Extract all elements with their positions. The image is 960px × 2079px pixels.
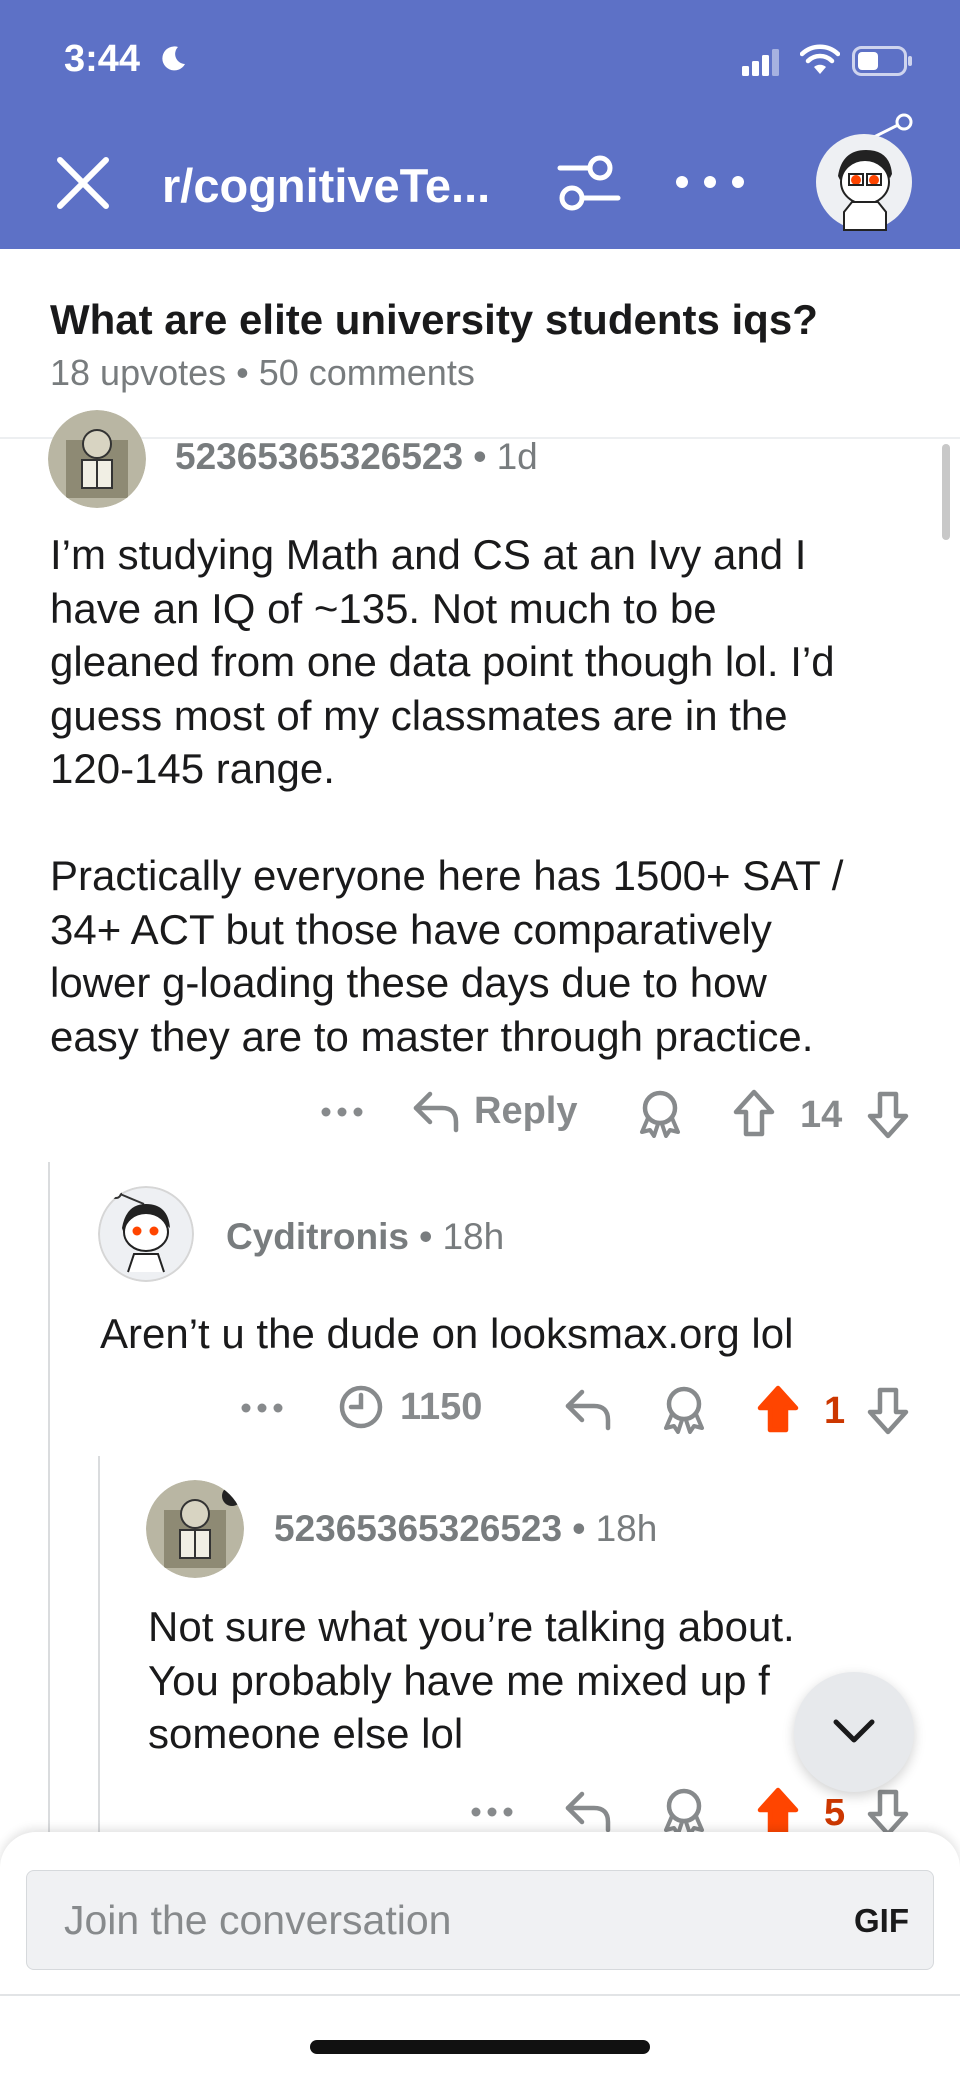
gif-button[interactable]: GIF [854, 1902, 909, 1940]
comment-line-blank [50, 796, 843, 850]
downvote-icon[interactable] [866, 1788, 910, 1838]
comment-username[interactable]: Cyditronis • 18h [226, 1216, 504, 1258]
comment-line: gleaned from one data point though lol. … [50, 638, 835, 685]
reply-button[interactable]: Reply [412, 1088, 577, 1134]
vote-count: 5 [824, 1792, 846, 1834]
more-icon[interactable] [320, 1102, 364, 1122]
home-indicator[interactable] [310, 2040, 650, 2054]
comment-line: Not sure what you’re talking about. [148, 1603, 795, 1650]
comment-line: Aren’t u the dude on looksmax.org lol [100, 1310, 794, 1357]
upvote-icon[interactable] [732, 1088, 776, 1138]
comment-line: lower g-loading these days due to how [50, 959, 767, 1006]
comment-line: easy they are to master through practice… [50, 1012, 814, 1060]
post-title[interactable]: What are elite university students iqs? [50, 296, 818, 344]
scrollbar[interactable] [942, 444, 950, 540]
comment-username[interactable]: 52365365326523 • 1d [175, 436, 538, 478]
commenter-avatar[interactable] [146, 1480, 244, 1578]
divider [0, 1994, 960, 1996]
user-avatar[interactable] [812, 112, 922, 232]
app-header: 3:44 r/cognitiveTe... [0, 0, 960, 249]
subreddit-name[interactable]: r/cognitiveTe... [162, 158, 490, 213]
wifi-icon [800, 44, 840, 74]
upvote-icon[interactable] [756, 1786, 800, 1836]
post-header [0, 249, 960, 439]
chevron-down-icon [833, 1719, 875, 1743]
comment-input-placeholder[interactable]: Join the conversation [64, 1897, 451, 1944]
more-icon[interactable] [470, 1802, 514, 1822]
thread-line[interactable] [48, 1162, 50, 1832]
timer-count: 1150 [400, 1385, 483, 1428]
comment-line: Practically everyone here has 1500+ SAT … [50, 852, 844, 899]
reply-label: Reply [474, 1089, 578, 1132]
status-time: 3:44 [64, 38, 141, 80]
more-icon[interactable] [672, 162, 748, 202]
post-meta: 18 upvotes • 50 comments [50, 352, 475, 393]
award-icon[interactable] [636, 1088, 684, 1138]
reply-icon[interactable] [564, 1386, 612, 1432]
comment-body: Not sure what you’re talking about. You … [148, 1600, 795, 1761]
vote-count: 1 [824, 1390, 846, 1432]
comment-line: someone else lol [148, 1710, 464, 1757]
comment-time: 18h [442, 1216, 505, 1257]
signal-icon [742, 49, 779, 76]
comment-line: 34+ ACT but those have comparatively [50, 905, 772, 953]
reply-icon [413, 1091, 459, 1133]
comment-line: I’m studying Math and CS at an Ivy and I [50, 531, 807, 578]
username-text[interactable]: 52365365326523 [274, 1508, 562, 1549]
downvote-icon[interactable] [866, 1090, 910, 1140]
battery-icon [852, 46, 912, 76]
vote-count: 14 [800, 1094, 843, 1136]
comment-line: have an IQ of ~135. Not much to be [50, 584, 717, 632]
reply-icon[interactable] [564, 1788, 612, 1834]
comment-line: guess most of my classmates are in the [50, 691, 788, 739]
comment-time: 1d [496, 436, 538, 477]
more-icon[interactable] [240, 1398, 284, 1418]
scroll-down-button[interactable] [794, 1672, 914, 1792]
comment-time: 18h [595, 1508, 658, 1549]
downvote-icon[interactable] [866, 1386, 910, 1436]
upvote-icon[interactable] [756, 1384, 800, 1434]
comment-body: Aren’t u the dude on looksmax.org lol [100, 1307, 793, 1361]
comment-line: 120-145 range. [50, 745, 335, 792]
username-text[interactable]: 52365365326523 [175, 436, 463, 477]
award-count[interactable]: 1150 [338, 1384, 482, 1430]
timer-icon [339, 1385, 383, 1429]
username-text[interactable]: Cyditronis [226, 1216, 409, 1257]
award-icon[interactable] [660, 1384, 708, 1434]
close-icon[interactable] [50, 150, 116, 216]
comment-line: You probably have me mixed up f [148, 1656, 770, 1704]
commenter-avatar[interactable] [98, 1186, 194, 1282]
comment-body: I’m studying Math and CS at an Ivy and I… [50, 528, 843, 1063]
moon-icon [162, 46, 185, 71]
filter-icon[interactable] [556, 152, 622, 216]
thread-line[interactable] [98, 1456, 100, 1832]
commenter-avatar[interactable] [48, 410, 146, 508]
comment-username[interactable]: 52365365326523 • 18h [274, 1508, 657, 1550]
award-icon[interactable] [660, 1786, 708, 1836]
